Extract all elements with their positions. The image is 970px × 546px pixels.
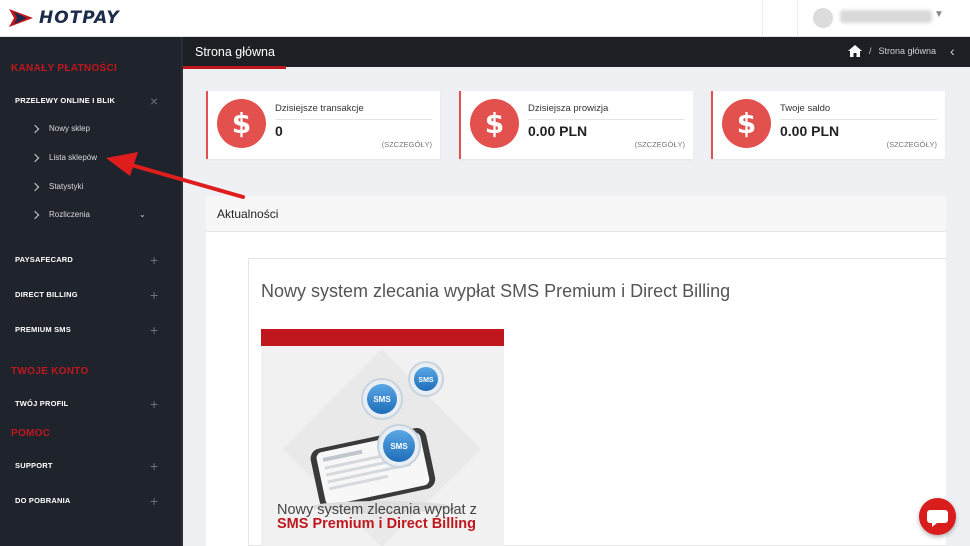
card-divider — [780, 119, 937, 120]
sidebar-item-lista-sklepow[interactable]: Lista sklepów — [30, 153, 98, 162]
sidebar-group-premium-sms[interactable]: PREMIUM SMS — [15, 325, 71, 334]
sidebar-item-statystyki[interactable]: Statystyki — [30, 182, 84, 191]
breadcrumb-current: Strona główna — [878, 46, 937, 56]
sidebar-section-title: TWOJE KONTO — [11, 366, 89, 377]
sidebar-group-direct-billing[interactable]: DIRECT BILLING — [15, 290, 78, 299]
sms-bubble-label: SMS — [418, 377, 434, 384]
news-panel: Aktualności Nowy system zlecania wypłat … — [206, 196, 946, 546]
plus-icon[interactable]: + — [150, 253, 158, 267]
sidebar-item-nowy-sklep[interactable]: Nowy sklep — [30, 124, 90, 133]
dollar-icon: $ — [470, 99, 519, 148]
logo-text: HOTPAY — [39, 8, 120, 28]
plus-icon[interactable]: + — [150, 288, 158, 302]
user-menu-caret-icon[interactable]: ▼ — [934, 9, 944, 20]
card-label: Twoje saldo — [780, 103, 831, 114]
sms-bubble-label: SMS — [390, 442, 408, 451]
card-value: 0.00 PLN — [528, 123, 588, 139]
sms-bubble-icon: SMS — [408, 361, 444, 397]
card-label: Dzisiejsza prowizja — [528, 103, 609, 114]
logo-icon — [9, 9, 33, 27]
sidebar-item-label: Rozliczenia — [49, 210, 90, 219]
sidebar-section-title: POMOC — [11, 428, 51, 439]
details-link[interactable]: (SZCZEGÓŁY) — [635, 140, 685, 149]
news-header: Aktualności — [206, 196, 946, 232]
sidebar-section-title: KANAŁY PŁATNOŚCI — [11, 63, 118, 74]
sidebar-group-support[interactable]: SUPPORT — [15, 461, 53, 470]
stat-card-prowizja: $ Dzisiejsza prowizja 0.00 PLN (SZCZEGÓŁ… — [459, 91, 693, 159]
card-label: Dzisiejsze transakcje — [275, 103, 364, 114]
sms-bubble-icon: SMS — [377, 424, 421, 468]
plus-icon[interactable]: + — [150, 459, 158, 473]
sms-bubble-label: SMS — [373, 395, 391, 404]
page-title-underline — [183, 66, 286, 69]
sms-bubble-icon: SMS — [361, 378, 403, 420]
sidebar-group-twoj-profil[interactable]: TWÓJ PROFIL — [15, 399, 68, 408]
details-link[interactable]: (SZCZEGÓŁY) — [382, 140, 432, 149]
stat-card-saldo: $ Twoje saldo 0.00 PLN (SZCZEGÓŁY) — [711, 91, 945, 159]
page-title: Strona główna — [195, 45, 275, 59]
plus-icon[interactable]: + — [150, 397, 158, 411]
stat-card-transakcje: $ Dzisiejsze transakcje 0 (SZCZEGÓŁY) — [206, 91, 440, 159]
card-value: 0.00 PLN — [780, 123, 840, 139]
collapse-chevron-icon[interactable]: ‹ — [950, 43, 955, 59]
sidebar-group-do-pobrania[interactable]: DO POBRANIA — [15, 496, 71, 505]
chat-button[interactable] — [919, 498, 956, 535]
card-divider — [275, 119, 432, 120]
news-title: Aktualności — [217, 207, 279, 221]
sidebar-item-label: Nowy sklep — [49, 124, 90, 133]
plus-icon[interactable]: + — [150, 494, 158, 508]
avatar[interactable] — [813, 8, 833, 28]
sidebar-group-paysafecard[interactable]: PAYSAFECARD — [15, 255, 73, 264]
chat-bubble-icon — [927, 510, 948, 527]
home-icon[interactable] — [848, 45, 862, 57]
news-article: Nowy system zlecania wypłat SMS Premium … — [248, 258, 946, 546]
promo-text-line2: SMS Premium i Direct Billing — [277, 516, 477, 532]
details-link[interactable]: (SZCZEGÓŁY) — [887, 140, 937, 149]
chevron-right-icon — [30, 182, 40, 191]
card-divider — [528, 119, 685, 120]
username-blurred[interactable] — [840, 10, 932, 23]
chevron-right-icon — [30, 153, 40, 162]
promo-image[interactable]: SMS SMS SMS Nowy system zlecania wypłat … — [261, 329, 504, 546]
sidebar-edge — [181, 37, 183, 546]
content-header: Strona główna / Strona główna ‹ — [183, 37, 970, 69]
chevron-right-icon — [30, 124, 40, 133]
breadcrumb: / Strona główna — [848, 45, 936, 57]
chevron-down-icon[interactable]: ⌄ — [139, 210, 146, 219]
card-value: 0 — [275, 123, 283, 139]
chevron-right-icon — [30, 210, 40, 219]
top-bar: HOTPAY ▼ — [0, 0, 970, 37]
article-title[interactable]: Nowy system zlecania wypłat SMS Premium … — [261, 281, 730, 302]
dollar-icon: $ — [217, 99, 266, 148]
sidebar-item-label: Statystyki — [49, 182, 84, 191]
breadcrumb-separator: / — [869, 46, 872, 56]
sidebar-group-przelewy[interactable]: PRZELEWY ONLINE I BLIK — [15, 96, 115, 105]
dollar-icon: $ — [722, 99, 771, 148]
sidebar-item-rozliczenia[interactable]: Rozliczenia — [30, 210, 90, 219]
top-divider — [762, 0, 763, 37]
close-icon[interactable]: × — [150, 94, 158, 108]
top-divider — [797, 0, 798, 37]
logo[interactable]: HOTPAY — [9, 8, 120, 28]
plus-icon[interactable]: + — [150, 323, 158, 337]
sidebar-item-label: Lista sklepów — [49, 153, 98, 162]
